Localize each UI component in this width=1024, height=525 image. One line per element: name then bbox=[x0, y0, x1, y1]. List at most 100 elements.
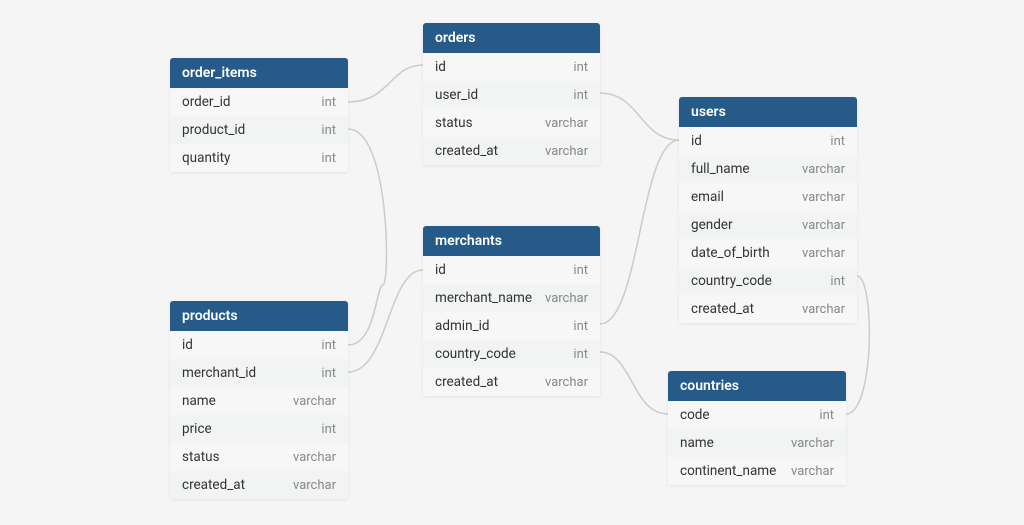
column-type: int bbox=[573, 319, 588, 334]
table-orders[interactable]: ordersidintuser_idintstatusvarcharcreate… bbox=[423, 23, 600, 165]
table-header[interactable]: products bbox=[170, 301, 348, 331]
column-row[interactable]: continent_name varchar bbox=[668, 457, 846, 485]
table-countries[interactable]: countriescodeintnamevarcharcontinent_nam… bbox=[668, 371, 846, 485]
column-type: varchar bbox=[802, 162, 845, 177]
column-row[interactable]: id int bbox=[423, 53, 600, 81]
column-name: created_at bbox=[435, 374, 498, 390]
column-type: varchar bbox=[791, 436, 834, 451]
connector-line bbox=[348, 270, 423, 372]
table-header[interactable]: countries bbox=[668, 371, 846, 401]
column-type: varchar bbox=[545, 375, 588, 390]
column-row[interactable]: created_at varchar bbox=[423, 137, 600, 165]
column-type: int bbox=[321, 95, 336, 110]
column-type: varchar bbox=[802, 246, 845, 261]
column-type: int bbox=[573, 88, 588, 103]
table-header[interactable]: order_items bbox=[170, 58, 348, 88]
column-name: merchant_id bbox=[182, 365, 256, 381]
table-header[interactable]: orders bbox=[423, 23, 600, 53]
column-row[interactable]: email varchar bbox=[679, 183, 857, 211]
column-type: varchar bbox=[802, 218, 845, 233]
column-name: email bbox=[691, 189, 724, 205]
column-row[interactable]: name varchar bbox=[668, 429, 846, 457]
column-name: admin_id bbox=[435, 318, 490, 334]
column-row[interactable]: created_at varchar bbox=[679, 295, 857, 323]
table-order_items[interactable]: order_itemsorder_idintproduct_idintquant… bbox=[170, 58, 348, 172]
column-row[interactable]: price int bbox=[170, 415, 348, 443]
column-type: varchar bbox=[545, 144, 588, 159]
table-header[interactable]: users bbox=[679, 97, 857, 127]
column-name: price bbox=[182, 421, 212, 437]
column-row[interactable]: name varchar bbox=[170, 387, 348, 415]
column-type: int bbox=[830, 274, 845, 289]
column-type: varchar bbox=[791, 464, 834, 479]
column-row[interactable]: gender varchar bbox=[679, 211, 857, 239]
column-name: status bbox=[182, 449, 220, 465]
column-type: varchar bbox=[802, 302, 845, 317]
column-name: order_id bbox=[182, 94, 230, 110]
column-type: int bbox=[573, 347, 588, 362]
connector-line bbox=[600, 352, 668, 414]
column-type: int bbox=[321, 366, 336, 381]
column-name: continent_name bbox=[680, 463, 776, 479]
column-name: product_id bbox=[182, 122, 245, 138]
column-row[interactable]: id int bbox=[170, 331, 348, 359]
column-type: int bbox=[321, 422, 336, 437]
table-products[interactable]: productsidintmerchant_idintnamevarcharpr… bbox=[170, 301, 348, 499]
column-row[interactable]: quantityint bbox=[170, 144, 348, 172]
column-name: created_at bbox=[691, 301, 754, 317]
column-type: varchar bbox=[293, 394, 336, 409]
column-type: int bbox=[573, 263, 588, 278]
column-name: status bbox=[435, 115, 473, 131]
connector-line bbox=[600, 93, 679, 140]
column-type: int bbox=[830, 134, 845, 149]
column-row[interactable]: id int bbox=[423, 256, 600, 284]
column-row[interactable]: full_name varchar bbox=[679, 155, 857, 183]
column-row[interactable]: merchant_name varchar bbox=[423, 284, 600, 312]
column-row[interactable]: status varchar bbox=[423, 109, 600, 137]
column-name: created_at bbox=[182, 477, 245, 493]
column-name: created_at bbox=[435, 143, 498, 159]
column-name: gender bbox=[691, 217, 733, 233]
table-merchants[interactable]: merchantsidintmerchant_namevarcharadmin_… bbox=[423, 226, 600, 396]
column-type: int bbox=[321, 123, 336, 138]
column-name: name bbox=[680, 435, 714, 451]
column-row[interactable]: created_at varchar bbox=[423, 368, 600, 396]
column-row[interactable]: merchant_id int bbox=[170, 359, 348, 387]
column-row[interactable]: status varchar bbox=[170, 443, 348, 471]
column-type: varchar bbox=[293, 478, 336, 493]
column-type: varchar bbox=[802, 190, 845, 205]
table-header[interactable]: merchants bbox=[423, 226, 600, 256]
column-row[interactable]: order_id int bbox=[170, 88, 348, 116]
column-name: id bbox=[435, 59, 446, 75]
column-row[interactable]: date_of_birth varchar bbox=[679, 239, 857, 267]
table-users[interactable]: usersidintfull_namevarcharemailvarcharge… bbox=[679, 97, 857, 323]
connector-line bbox=[348, 65, 423, 102]
column-name: full_name bbox=[691, 161, 750, 177]
column-type: int bbox=[573, 60, 588, 75]
column-row[interactable]: code int bbox=[668, 401, 846, 429]
column-name: id bbox=[435, 262, 446, 278]
column-type: varchar bbox=[293, 450, 336, 465]
column-row[interactable]: country_code int bbox=[679, 267, 857, 295]
column-name: country_code bbox=[691, 273, 772, 289]
column-row[interactable]: country_code int bbox=[423, 340, 600, 368]
column-name: date_of_birth bbox=[691, 245, 770, 261]
column-row[interactable]: admin_id int bbox=[423, 312, 600, 340]
column-name: name bbox=[182, 393, 216, 409]
column-row[interactable]: user_idint bbox=[423, 81, 600, 109]
column-name: id bbox=[691, 133, 702, 149]
column-row[interactable]: id int bbox=[679, 127, 857, 155]
column-type: int bbox=[819, 408, 834, 423]
column-name: id bbox=[182, 337, 193, 353]
column-name: quantity bbox=[182, 150, 230, 166]
column-name: merchant_name bbox=[435, 290, 532, 306]
column-row[interactable]: product_id int bbox=[170, 116, 348, 144]
column-type: varchar bbox=[545, 116, 588, 131]
column-type: varchar bbox=[545, 291, 588, 306]
column-row[interactable]: created_at varchar bbox=[170, 471, 348, 499]
column-type: int bbox=[321, 338, 336, 353]
connector-line bbox=[348, 129, 386, 345]
connector-line bbox=[600, 140, 679, 324]
column-name: code bbox=[680, 407, 710, 423]
column-name: country_code bbox=[435, 346, 516, 362]
